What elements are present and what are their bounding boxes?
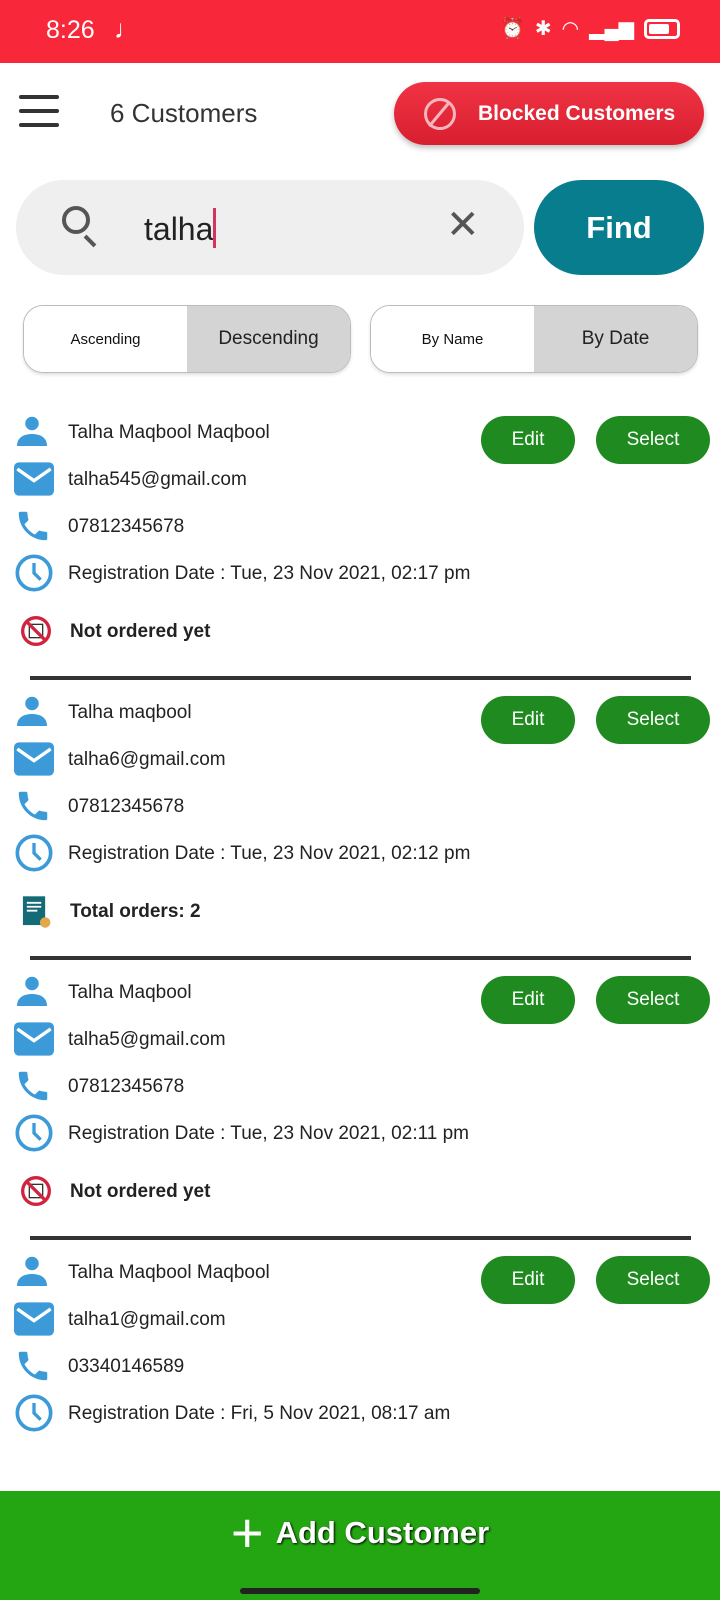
phone-icon (14, 1347, 52, 1390)
registration-date: Registration Date : Tue, 23 Nov 2021, 02… (68, 1123, 469, 1144)
phone-icon (14, 787, 52, 830)
order-status: Not ordered yet (70, 621, 211, 642)
plus-icon: + (230, 1501, 264, 1564)
customer-card: Talha Maqbool Maqbool Edit Select talha1… (0, 1245, 720, 1531)
no-orders-icon (20, 1175, 52, 1212)
signal-icon: ▂▄▆ (589, 18, 634, 40)
select-button[interactable]: Select (596, 696, 710, 744)
person-icon (14, 693, 50, 734)
customer-email: talha1@gmail.com (68, 1309, 226, 1330)
email-icon (14, 1022, 54, 1061)
select-button[interactable]: Select (596, 976, 710, 1024)
divider (30, 676, 691, 680)
email-icon (14, 1302, 54, 1341)
edit-button[interactable]: Edit (481, 696, 575, 744)
search-input[interactable]: talha ✕ (16, 180, 524, 275)
battery-icon (644, 18, 680, 39)
email-icon (14, 742, 54, 781)
search-icon (62, 206, 90, 234)
clear-icon[interactable]: ✕ (446, 202, 480, 248)
sort-by-toggle[interactable]: By Name By Date (370, 305, 698, 373)
edit-button[interactable]: Edit (481, 976, 575, 1024)
order-status: Total orders: 2 (70, 901, 201, 922)
wifi-icon: ◠ (561, 18, 580, 40)
descending-option[interactable]: Descending (187, 306, 350, 372)
customer-name: Talha Maqbool Maqbool (68, 422, 270, 443)
blocked-customers-button[interactable]: Blocked Customers (394, 82, 704, 145)
phone-icon (14, 1067, 52, 1110)
customer-name: Talha Maqbool (68, 982, 192, 1003)
clock-icon (14, 1393, 54, 1438)
person-icon (14, 973, 50, 1014)
customer-card: Talha Maqbool Edit Select talha5@gmail.c… (0, 965, 720, 1251)
ban-icon (424, 97, 456, 130)
registration-date: Registration Date : Tue, 23 Nov 2021, 02… (68, 563, 471, 584)
orders-icon (20, 895, 52, 934)
registration-date: Registration Date : Tue, 23 Nov 2021, 02… (68, 843, 471, 864)
customer-phone: 07812345678 (68, 796, 185, 817)
customer-email: talha6@gmail.com (68, 749, 226, 770)
customer-email: talha545@gmail.com (68, 469, 247, 490)
customer-phone: 07812345678 (68, 1076, 185, 1097)
order-status: Not ordered yet (70, 1181, 211, 1202)
find-button[interactable]: Find (534, 180, 704, 275)
select-button[interactable]: Select (596, 416, 710, 464)
email-icon (14, 462, 54, 501)
registration-date: Registration Date : Fri, 5 Nov 2021, 08:… (68, 1403, 451, 1424)
add-customer-label: Add Customer (275, 1515, 490, 1550)
customer-phone: 03340146589 (68, 1356, 185, 1377)
customer-name: Talha Maqbool Maqbool (68, 1262, 270, 1283)
sort-order-toggle[interactable]: Ascending Descending (23, 305, 351, 373)
clock-icon (14, 553, 54, 598)
customer-name: Talha maqbool (68, 702, 192, 723)
edit-button[interactable]: Edit (481, 1256, 575, 1304)
customer-email: talha5@gmail.com (68, 1029, 226, 1050)
clock-icon (14, 1113, 54, 1158)
system-icons: ⏰ ✱ ◠ ▂▄▆ (500, 16, 680, 41)
search-value[interactable]: talha (144, 208, 216, 248)
divider (30, 956, 691, 960)
ascending-option[interactable]: Ascending (24, 306, 187, 372)
customer-phone: 07812345678 (68, 516, 185, 537)
divider (30, 1236, 691, 1240)
bluetooth-icon: ✱ (534, 18, 552, 40)
no-orders-icon (20, 615, 52, 652)
by-name-option[interactable]: By Name (371, 306, 534, 372)
alarm-icon: ⏰ (499, 18, 525, 40)
select-button[interactable]: Select (596, 1256, 710, 1304)
person-icon (14, 413, 50, 454)
phone-icon (14, 507, 52, 550)
customer-card: Talha maqbool Edit Select talha6@gmail.c… (0, 685, 720, 971)
customer-card: Talha Maqbool Maqbool Edit Select talha5… (0, 405, 720, 691)
clock: 8:26 (46, 16, 95, 44)
edit-button[interactable]: Edit (481, 416, 575, 464)
add-customer-button[interactable]: + Add Customer (0, 1491, 720, 1600)
clock-icon (14, 833, 54, 878)
by-date-option[interactable]: By Date (534, 306, 697, 372)
music-note-icon: ♩ (114, 14, 140, 44)
status-bar: 8:26 ♩ ⏰ ✱ ◠ ▂▄▆ (0, 0, 720, 63)
home-indicator[interactable] (240, 1588, 480, 1594)
blocked-customers-label: Blocked Customers (478, 101, 676, 125)
person-icon (14, 1253, 50, 1294)
customer-count: 6 Customers (110, 98, 258, 128)
menu-icon[interactable] (19, 95, 59, 127)
